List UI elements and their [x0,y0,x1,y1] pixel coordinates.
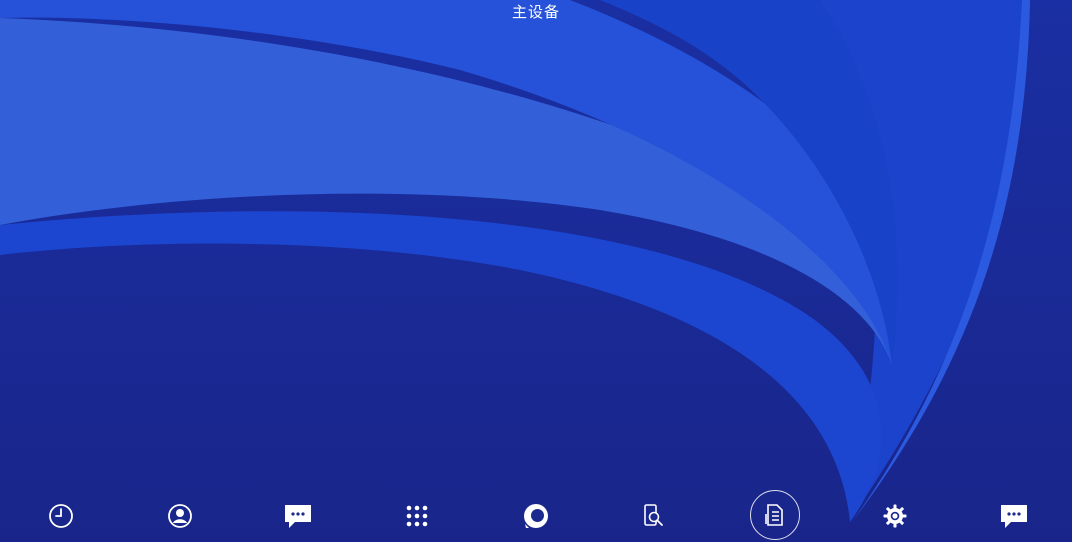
dock-button-apps[interactable] [400,499,434,533]
dock-button-orbit[interactable] [519,499,553,533]
chat-bubble-icon [1001,505,1027,528]
dock-button-documents[interactable] [750,490,800,540]
dock-button-device-search[interactable] [637,499,671,533]
dock-button-settings[interactable] [878,499,912,533]
gear-icon [883,504,907,528]
chat-bubble-icon [285,505,311,528]
bottom-dock [0,490,1072,542]
screen-title: 主设备 [511,3,560,21]
dock-button-recents[interactable] [44,499,78,533]
document-icon [765,504,783,526]
phone-search-icon [644,504,663,526]
app-grid-icon [406,505,428,527]
ring-icon [524,504,548,528]
person-icon [168,504,192,528]
wallpaper [0,0,1072,542]
dock-button-contacts[interactable] [163,499,197,533]
dock-button-feedback[interactable] [997,499,1031,533]
clock-icon [49,504,73,528]
dock-button-messages[interactable] [281,499,315,533]
